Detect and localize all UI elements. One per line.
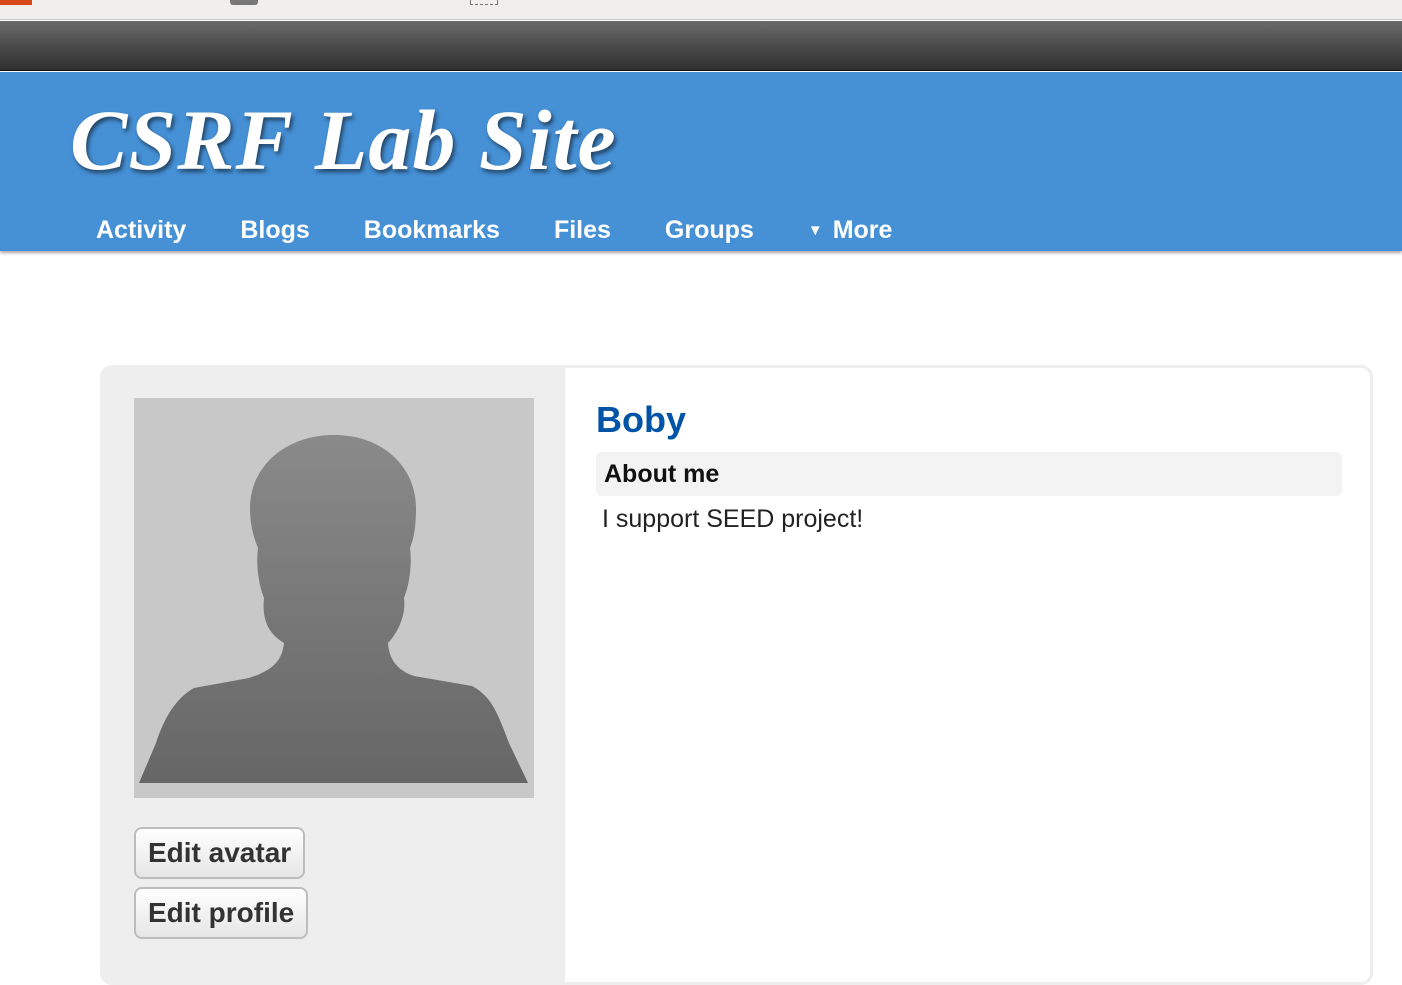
nav-item-bookmarks[interactable]: Bookmarks xyxy=(364,216,500,245)
topbar xyxy=(0,21,1402,71)
about-me-heading: About me xyxy=(596,452,1342,496)
site-title[interactable]: CSRF Lab Site xyxy=(70,90,617,190)
nav-item-more-label: More xyxy=(832,215,893,244)
profile-user-name: Boby xyxy=(596,399,686,440)
main-nav: Activity Blogs Bookmarks Files Groups ▼ … xyxy=(96,212,946,248)
browser-tab-strip xyxy=(0,0,1402,20)
toolbar-icon xyxy=(470,0,498,5)
profile-owner-block: Edit avatar Edit profile xyxy=(103,368,565,982)
nav-item-activity[interactable]: Activity xyxy=(96,216,186,245)
site-header: CSRF Lab Site Activity Blogs Bookmarks F… xyxy=(0,72,1402,251)
toolbar-icon xyxy=(230,0,258,5)
nav-item-files[interactable]: Files xyxy=(554,216,611,245)
favicon-icon xyxy=(0,0,32,5)
profile-card: Edit avatar Edit profile Boby About me I… xyxy=(100,365,1373,985)
nav-item-blogs[interactable]: Blogs xyxy=(240,216,309,245)
avatar[interactable] xyxy=(134,398,534,798)
about-me-text: I support SEED project! xyxy=(602,505,864,533)
edit-profile-button[interactable]: Edit profile xyxy=(134,887,309,939)
edit-avatar-button[interactable]: Edit avatar xyxy=(134,827,306,879)
profile-details: Boby About me I support SEED project! xyxy=(596,398,1342,534)
nav-item-more[interactable]: ▼ More xyxy=(808,216,893,245)
default-user-silhouette-icon xyxy=(139,435,528,783)
caret-down-icon: ▼ xyxy=(807,221,823,239)
nav-item-groups[interactable]: Groups xyxy=(665,216,754,245)
